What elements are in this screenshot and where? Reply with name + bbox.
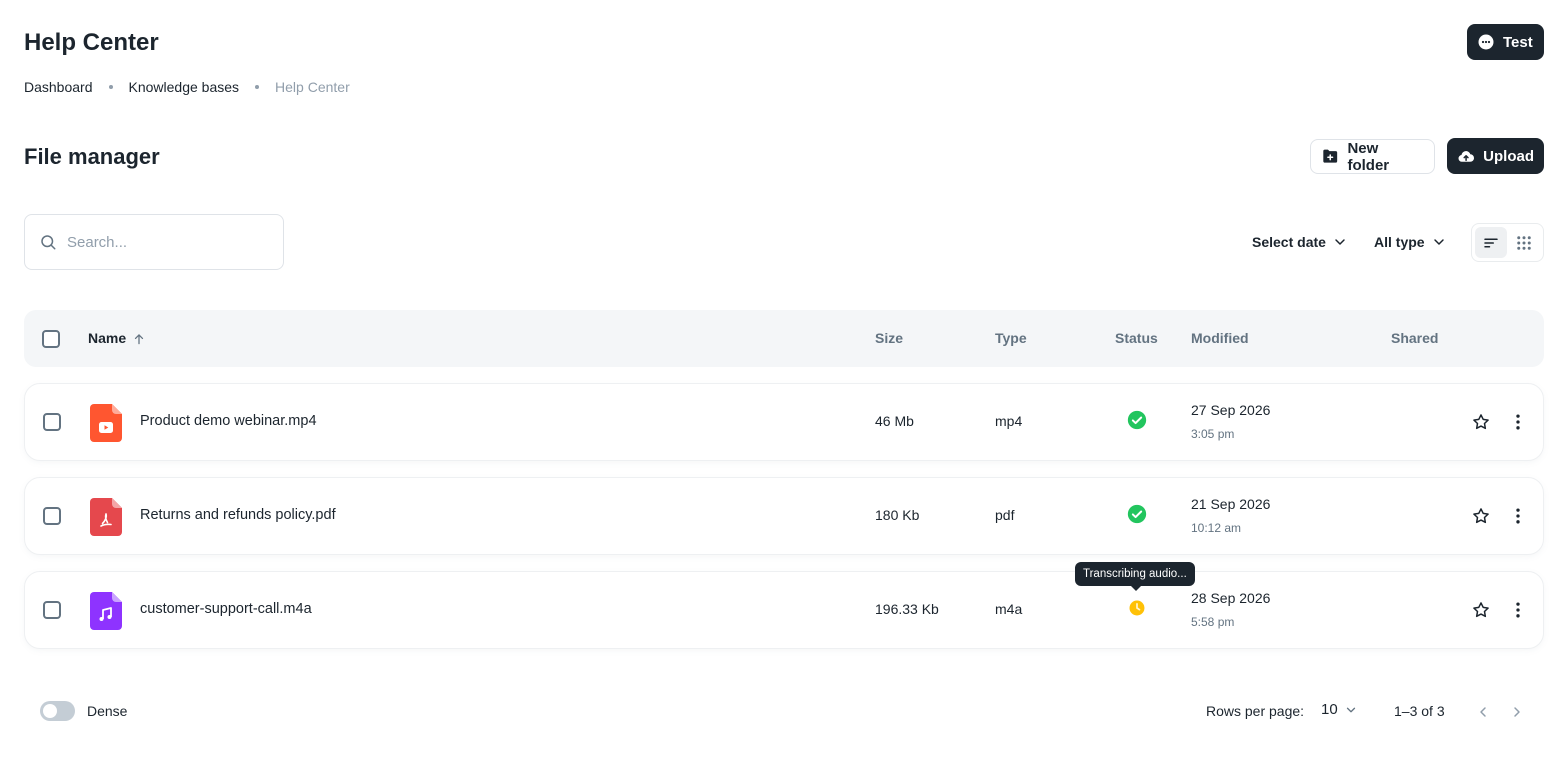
dense-label: Dense: [87, 703, 128, 719]
column-header-size[interactable]: Size: [875, 310, 903, 367]
breadcrumb-dashboard[interactable]: Dashboard: [24, 79, 93, 95]
chevron-down-icon: [1433, 239, 1444, 245]
breadcrumb-separator: [255, 85, 260, 89]
file-size: 180 Kb: [875, 507, 920, 523]
chevron-down-icon: [1335, 239, 1345, 245]
search-input[interactable]: [67, 233, 257, 251]
status-tooltip: Transcribing audio...: [1075, 562, 1195, 591]
file-size: 46 Mb: [875, 413, 914, 429]
modified-date: 27 Sep 2026: [1191, 402, 1271, 418]
file-type: mp4: [995, 413, 1023, 429]
folder-add-icon: [1323, 149, 1338, 163]
test-button[interactable]: Test: [1467, 24, 1544, 60]
modified-date: 21 Sep 2026: [1191, 496, 1271, 512]
arrow-up-icon: [134, 333, 144, 344]
chevron-left-icon: [1480, 707, 1486, 717]
table-row[interactable]: Returns and refunds policy.pdf 180 Kb pd…: [24, 477, 1544, 555]
table-row[interactable]: customer-support-call.m4a 196.33 Kb m4a …: [24, 571, 1544, 649]
star-icon[interactable]: [1471, 600, 1491, 620]
column-header-status[interactable]: Status: [1115, 310, 1158, 367]
file-name[interactable]: Product demo webinar.mp4: [140, 413, 317, 429]
column-header-shared[interactable]: Shared: [1391, 310, 1438, 367]
modified-time: 10:12 am: [1191, 521, 1242, 535]
chevron-right-icon: [1514, 707, 1520, 717]
column-header-name[interactable]: Name: [88, 310, 146, 367]
next-page-button[interactable]: [1507, 702, 1527, 722]
breadcrumb-separator: [108, 85, 113, 89]
more-vertical-icon[interactable]: [1508, 412, 1528, 432]
row-checkbox[interactable]: [43, 507, 61, 525]
date-filter-dropdown[interactable]: Select date: [1252, 230, 1348, 254]
rows-per-page-select[interactable]: 10: [1321, 701, 1358, 718]
video-file-icon: [90, 404, 122, 442]
section-title: File manager: [24, 144, 160, 169]
file-name[interactable]: customer-support-call.m4a: [140, 601, 312, 617]
test-button-label: Test: [1503, 33, 1533, 51]
rows-per-page-label: Rows per page:: [1206, 703, 1305, 719]
pdf-file-icon: [90, 498, 122, 536]
new-folder-button[interactable]: New folder: [1310, 139, 1435, 174]
modified-time: 5:58 pm: [1191, 615, 1235, 629]
chat-icon: [1478, 34, 1494, 50]
date-filter-label: Select date: [1252, 234, 1326, 250]
transcribing-icon[interactable]: [1127, 598, 1147, 618]
star-icon[interactable]: [1471, 412, 1491, 432]
grid-view-icon: [1517, 235, 1531, 250]
search-box: [24, 214, 284, 270]
page-title: Help Center: [24, 29, 159, 56]
list-view-icon: [1484, 238, 1498, 247]
more-vertical-icon[interactable]: [1508, 600, 1528, 620]
star-icon[interactable]: [1471, 506, 1491, 526]
rows-per-page-value: 10: [1321, 701, 1338, 718]
dense-toggle-group: Dense: [40, 701, 127, 721]
modified-time: 3:05 pm: [1191, 427, 1235, 441]
grid-view-button[interactable]: [1509, 227, 1541, 258]
dense-switch[interactable]: [40, 701, 75, 721]
search-icon: [41, 235, 56, 250]
column-header-modified[interactable]: Modified: [1191, 310, 1249, 367]
modified-date: 28 Sep 2026: [1191, 590, 1271, 606]
new-folder-label: New folder: [1347, 139, 1390, 174]
type-filter-label: All type: [1374, 234, 1425, 250]
breadcrumb: Dashboard Knowledge bases Help Center: [24, 77, 350, 97]
check-circle-icon: [1127, 410, 1147, 430]
page-range: 1–3 of 3: [1394, 703, 1445, 719]
breadcrumb-current: Help Center: [275, 79, 350, 95]
column-header-type[interactable]: Type: [995, 310, 1027, 367]
file-size: 196.33 Kb: [875, 601, 939, 617]
upload-label: Upload: [1483, 147, 1534, 165]
type-filter-dropdown[interactable]: All type: [1374, 230, 1447, 254]
row-checkbox[interactable]: [43, 601, 61, 619]
cloud-upload-icon: [1458, 150, 1475, 162]
row-checkbox[interactable]: [43, 413, 61, 431]
list-view-button[interactable]: [1475, 227, 1507, 258]
view-mode-toggle: [1471, 223, 1544, 262]
more-vertical-icon[interactable]: [1508, 506, 1528, 526]
table-header: Name Size Type Status Modified Shared: [24, 310, 1544, 367]
check-circle-icon: [1127, 504, 1147, 524]
file-type: pdf: [995, 507, 1015, 523]
breadcrumb-knowledge-bases[interactable]: Knowledge bases: [129, 79, 240, 95]
select-all-checkbox[interactable]: [42, 330, 60, 348]
previous-page-button[interactable]: [1473, 702, 1493, 722]
audio-file-icon: [90, 592, 122, 630]
file-name[interactable]: Returns and refunds policy.pdf: [140, 507, 336, 523]
table-row[interactable]: Product demo webinar.mp4 46 Mb mp4 27 Se…: [24, 383, 1544, 461]
upload-button[interactable]: Upload: [1447, 138, 1544, 174]
chevron-down-icon: [1346, 707, 1355, 712]
file-type: m4a: [995, 601, 1023, 617]
